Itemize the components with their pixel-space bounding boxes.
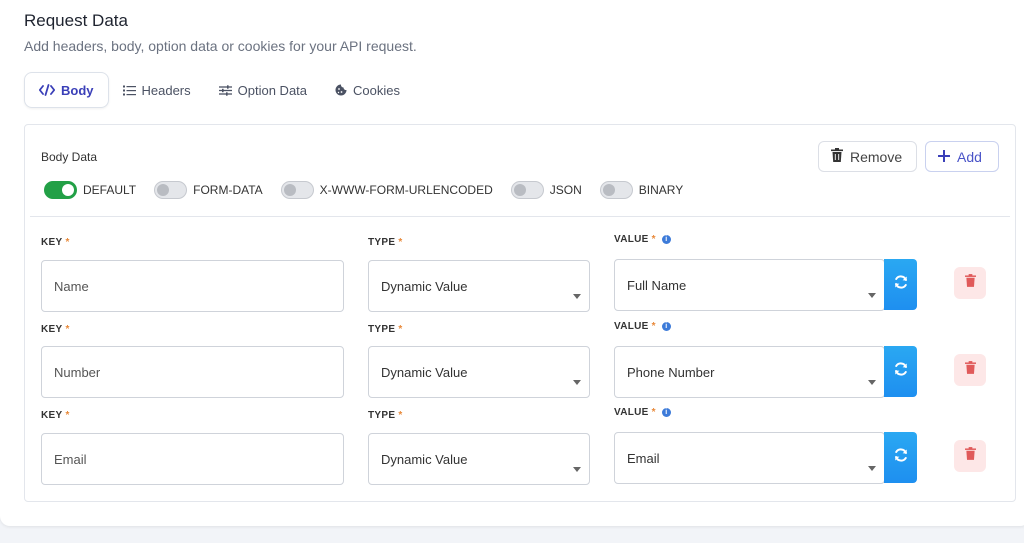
body-data-panel: Body Data Remove Add DEFAULT FORM-DATA X… <box>24 124 1016 502</box>
toggle-json: JSON <box>510 181 582 199</box>
tab-body[interactable]: Body <box>24 72 109 108</box>
refresh-icon <box>893 274 909 295</box>
info-icon: i <box>661 322 671 331</box>
chevron-down-icon <box>573 294 581 299</box>
value-select-value: Email <box>627 450 660 466</box>
refresh-icon <box>893 361 909 382</box>
chevron-down-icon <box>868 466 876 471</box>
key-input[interactable]: Name <box>41 260 344 312</box>
toggle-urlencoded-label: X-WWW-FORM-URLENCODED <box>319 183 493 197</box>
toggle-binary-switch[interactable] <box>599 181 633 199</box>
divider <box>30 216 1010 217</box>
remove-button[interactable]: Remove <box>818 141 917 172</box>
info-icon: i <box>661 235 671 244</box>
tab-option-data-label: Option Data <box>237 82 308 98</box>
type-select[interactable]: Dynamic Value <box>368 260 590 312</box>
toggle-urlencoded-switch[interactable] <box>280 181 314 199</box>
body-row: KEY* Name KEYTYPE* Dynamic Value VALUE*i… <box>25 233 1015 319</box>
tab-cookies-label: Cookies <box>353 82 400 98</box>
trash-icon <box>964 447 976 465</box>
code-icon <box>39 84 55 96</box>
body-row: KEY * Number TYPE * Dynamic Value VALUE * i … <box>25 320 1015 406</box>
type-label: TYPE * <box>368 324 403 335</box>
toggle-form-data-label: FORM-DATA <box>193 183 263 197</box>
tab-bar: Body Headers Option Data Cookies <box>24 72 414 108</box>
value-select[interactable]: Full Name <box>614 259 885 311</box>
add-button[interactable]: Add <box>925 141 999 172</box>
body-data-label: Body Data <box>41 150 98 164</box>
toggle-binary: BINARY <box>599 181 684 199</box>
page-subtitle: Add headers, body, option data or cookie… <box>24 38 417 54</box>
request-data-card: Request Data Add headers, body, option d… <box>0 0 1024 526</box>
value-label: VALUE * i <box>614 321 671 332</box>
type-label: KEYTYPE* <box>368 237 403 248</box>
toggle-default: DEFAULT <box>44 181 136 199</box>
toggle-json-label: JSON <box>549 183 582 197</box>
body-row: KEY * Email TYPE * Dynamic Value VALUE * i E… <box>25 406 1015 492</box>
tab-body-label: Body <box>61 82 94 98</box>
page-title: Request Data <box>24 11 128 30</box>
type-label: TYPE * <box>368 410 403 421</box>
info-icon: i <box>661 408 671 417</box>
tab-option-data[interactable]: Option Data <box>205 72 321 108</box>
key-label: KEY * <box>41 324 70 335</box>
delete-row-button[interactable] <box>954 354 986 386</box>
type-select-value: Dynamic Value <box>381 451 468 467</box>
toggle-json-switch[interactable] <box>510 181 544 199</box>
toggle-binary-label: BINARY <box>638 183 684 197</box>
chevron-down-icon <box>573 467 581 472</box>
remove-button-label: Remove <box>850 148 903 165</box>
body-type-toggles: DEFAULT FORM-DATA X-WWW-FORM-URLENCODED … <box>44 181 701 199</box>
list-icon <box>122 85 136 96</box>
refresh-button[interactable] <box>884 259 917 310</box>
tab-headers[interactable]: Headers <box>109 72 205 108</box>
type-select-value: Dynamic Value <box>381 364 468 380</box>
tab-headers-label: Headers <box>141 82 191 98</box>
toggle-form-data-switch[interactable] <box>154 181 188 199</box>
value-select-value: Full Name <box>627 277 687 293</box>
value-label: VALUE * i <box>614 407 671 418</box>
type-select-value: Dynamic Value <box>381 278 468 294</box>
plus-icon <box>937 149 951 165</box>
value-select[interactable]: Phone Number <box>614 346 885 398</box>
cookie-icon <box>335 84 347 96</box>
chevron-down-icon <box>868 293 876 298</box>
trash-icon <box>964 274 976 292</box>
toggle-form-data: FORM-DATA <box>154 181 263 199</box>
refresh-button[interactable] <box>884 346 917 397</box>
type-select[interactable]: Dynamic Value <box>368 433 590 485</box>
chevron-down-icon <box>868 380 876 385</box>
add-button-label: Add <box>957 148 982 165</box>
key-label: KEY * <box>41 237 70 248</box>
tab-cookies[interactable]: Cookies <box>321 72 414 108</box>
trash-icon <box>964 361 976 379</box>
key-input[interactable]: Number <box>41 346 344 398</box>
refresh-button[interactable] <box>884 432 917 483</box>
key-label: KEY * <box>41 410 70 421</box>
value-select-value: Phone Number <box>627 364 715 380</box>
delete-row-button[interactable] <box>954 267 986 299</box>
chevron-down-icon <box>573 380 581 385</box>
value-select[interactable]: Email <box>614 432 885 484</box>
toggle-urlencoded: X-WWW-FORM-URLENCODED <box>280 181 493 199</box>
value-label: VALUE * i <box>614 234 671 245</box>
refresh-icon <box>893 447 909 468</box>
sliders-icon <box>218 84 232 96</box>
trash-icon <box>831 148 843 165</box>
delete-row-button[interactable] <box>954 440 986 472</box>
key-input[interactable]: Email <box>41 433 344 485</box>
toggle-default-switch[interactable] <box>44 181 77 199</box>
type-select[interactable]: Dynamic Value <box>368 346 590 398</box>
toggle-default-label: DEFAULT <box>83 183 137 197</box>
